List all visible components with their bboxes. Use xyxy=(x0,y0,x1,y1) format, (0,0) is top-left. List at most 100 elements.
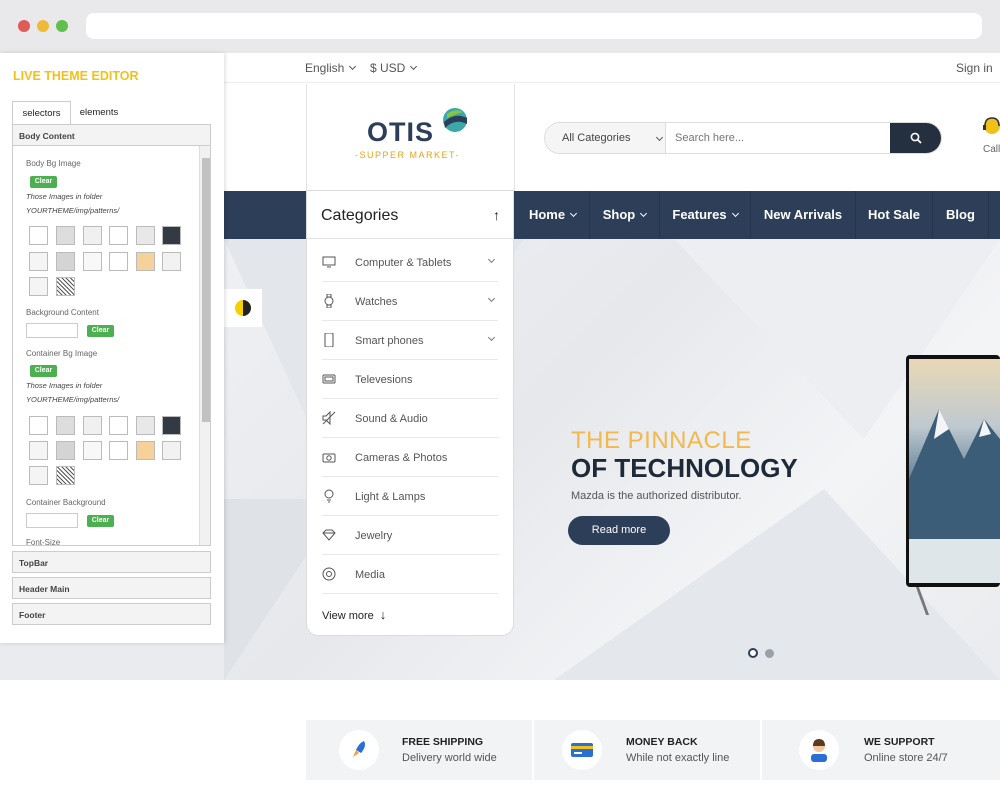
pattern-swatch[interactable] xyxy=(29,416,48,435)
pattern-swatch[interactable] xyxy=(29,226,48,245)
pattern-swatch[interactable] xyxy=(162,416,181,435)
pattern-swatch[interactable] xyxy=(83,252,102,271)
theme-toggle-button[interactable] xyxy=(224,289,262,327)
category-item[interactable]: Jewelry xyxy=(322,516,498,555)
category-item[interactable]: Media xyxy=(322,555,498,594)
nav-new-arrivals[interactable]: New Arrivals xyxy=(751,191,856,239)
address-bar[interactable] xyxy=(86,13,982,39)
clear-button[interactable]: Clear xyxy=(87,325,114,337)
nav-features[interactable]: Features xyxy=(660,191,751,239)
tv-icon xyxy=(322,374,336,384)
category-label: Light & Lamps xyxy=(355,491,426,503)
category-label: Watches xyxy=(355,296,398,308)
headset-icon xyxy=(983,117,1000,134)
section-body-content[interactable]: Body Content xyxy=(12,124,211,146)
background-content-input[interactable] xyxy=(26,323,78,338)
feature-description: Online store 24/7 xyxy=(864,752,948,764)
pattern-swatch[interactable] xyxy=(29,277,48,296)
pattern-swatch[interactable] xyxy=(109,252,128,271)
tv-screen xyxy=(909,359,1000,583)
category-item[interactable]: Light & Lamps xyxy=(322,477,498,516)
body-content-panel: Body Bg Image Clear Those Images in fold… xyxy=(12,146,211,546)
nav-blog[interactable]: Blog xyxy=(933,191,989,239)
section-topbar[interactable]: TopBar xyxy=(12,551,211,573)
pattern-swatch[interactable] xyxy=(109,441,128,460)
phone-icon xyxy=(324,333,334,347)
pattern-swatch[interactable] xyxy=(136,416,155,435)
feature-money-back: MONEY BACK While not exactly line xyxy=(534,720,760,780)
pattern-swatch[interactable] xyxy=(162,226,181,245)
contrast-icon xyxy=(235,300,251,316)
currency-label: $ USD xyxy=(370,61,406,75)
pattern-swatch[interactable] xyxy=(29,252,48,271)
category-item[interactable]: Watches xyxy=(322,282,498,321)
pattern-swatch[interactable] xyxy=(109,416,128,435)
pattern-swatch[interactable] xyxy=(162,252,181,271)
arrow-down-icon: ↓ xyxy=(379,607,387,622)
tab-elements[interactable]: elements xyxy=(72,101,126,124)
pattern-swatch[interactable] xyxy=(56,416,75,435)
pattern-swatch[interactable] xyxy=(56,277,75,296)
category-label: Televesions xyxy=(355,374,413,386)
pattern-swatch[interactable] xyxy=(109,226,128,245)
chevron-down-icon xyxy=(410,62,418,71)
slider-dot[interactable] xyxy=(765,649,774,658)
currency-select[interactable]: $ USD xyxy=(370,61,418,75)
nav-hot-sale[interactable]: Hot Sale xyxy=(856,191,933,239)
minimize-window-button[interactable] xyxy=(37,20,49,32)
clear-button[interactable]: Clear xyxy=(30,365,57,377)
categories-header[interactable]: Categories ↑ xyxy=(307,191,513,239)
language-select[interactable]: English xyxy=(305,61,357,75)
pattern-swatch[interactable] xyxy=(83,416,102,435)
pattern-swatch[interactable] xyxy=(136,441,155,460)
category-item[interactable]: Smart phones xyxy=(322,321,498,360)
search-input[interactable] xyxy=(667,123,891,153)
browser-chrome xyxy=(0,0,1000,53)
support-agent-icon xyxy=(799,730,839,770)
pattern-swatch[interactable] xyxy=(56,252,75,271)
nav-shop[interactable]: Shop xyxy=(590,191,660,239)
slider-dot-active[interactable] xyxy=(748,648,758,658)
nav-features-label: Features xyxy=(672,207,727,222)
tv-product-image xyxy=(906,355,1000,615)
pattern-swatch[interactable] xyxy=(29,441,48,460)
clear-button[interactable]: Clear xyxy=(87,515,114,527)
pattern-swatch[interactable] xyxy=(162,441,181,460)
nav-home[interactable]: Home xyxy=(516,191,590,239)
view-more-link[interactable]: View more ↓ xyxy=(322,607,386,622)
category-select[interactable]: All Categories xyxy=(545,123,666,153)
close-window-button[interactable] xyxy=(18,20,30,32)
category-item[interactable]: Sound & Audio xyxy=(322,399,498,438)
pattern-swatch[interactable] xyxy=(29,466,48,485)
section-header-main[interactable]: Header Main xyxy=(12,577,211,599)
editor-scrollbar[interactable] xyxy=(199,146,210,545)
pattern-swatch[interactable] xyxy=(136,226,155,245)
arrow-up-icon: ↑ xyxy=(493,207,500,223)
clear-button[interactable]: Clear xyxy=(30,176,57,188)
feature-title: WE SUPPORT xyxy=(864,736,935,748)
search-button[interactable] xyxy=(890,123,941,153)
mountain-image xyxy=(909,409,1000,583)
pattern-swatch[interactable] xyxy=(56,441,75,460)
read-more-button[interactable]: Read more xyxy=(568,516,670,545)
tab-selectors[interactable]: selectors xyxy=(12,101,71,124)
pattern-swatch[interactable] xyxy=(56,466,75,485)
pattern-swatch[interactable] xyxy=(83,441,102,460)
section-footer[interactable]: Footer xyxy=(12,603,211,625)
logo[interactable]: OTIS -SUPPER MARKET- xyxy=(306,84,515,191)
container-background-label: Container Background xyxy=(26,498,106,507)
category-item[interactable]: Televesions xyxy=(322,360,498,399)
category-label: Cameras & Photos xyxy=(355,452,448,464)
category-item[interactable]: Cameras & Photos xyxy=(322,438,498,477)
pattern-swatch[interactable] xyxy=(83,226,102,245)
scrollbar-thumb[interactable] xyxy=(202,158,210,422)
hero-description: Mazda is the authorized distributor. xyxy=(571,490,742,502)
maximize-window-button[interactable] xyxy=(56,20,68,32)
category-item[interactable]: Computer & Tablets xyxy=(322,243,498,282)
language-label: English xyxy=(305,61,345,75)
pattern-swatch[interactable] xyxy=(136,252,155,271)
logo-subtitle: -SUPPER MARKET- xyxy=(355,150,461,160)
container-background-input[interactable] xyxy=(26,513,78,528)
signin-link[interactable]: Sign in xyxy=(956,61,993,75)
pattern-swatch[interactable] xyxy=(56,226,75,245)
